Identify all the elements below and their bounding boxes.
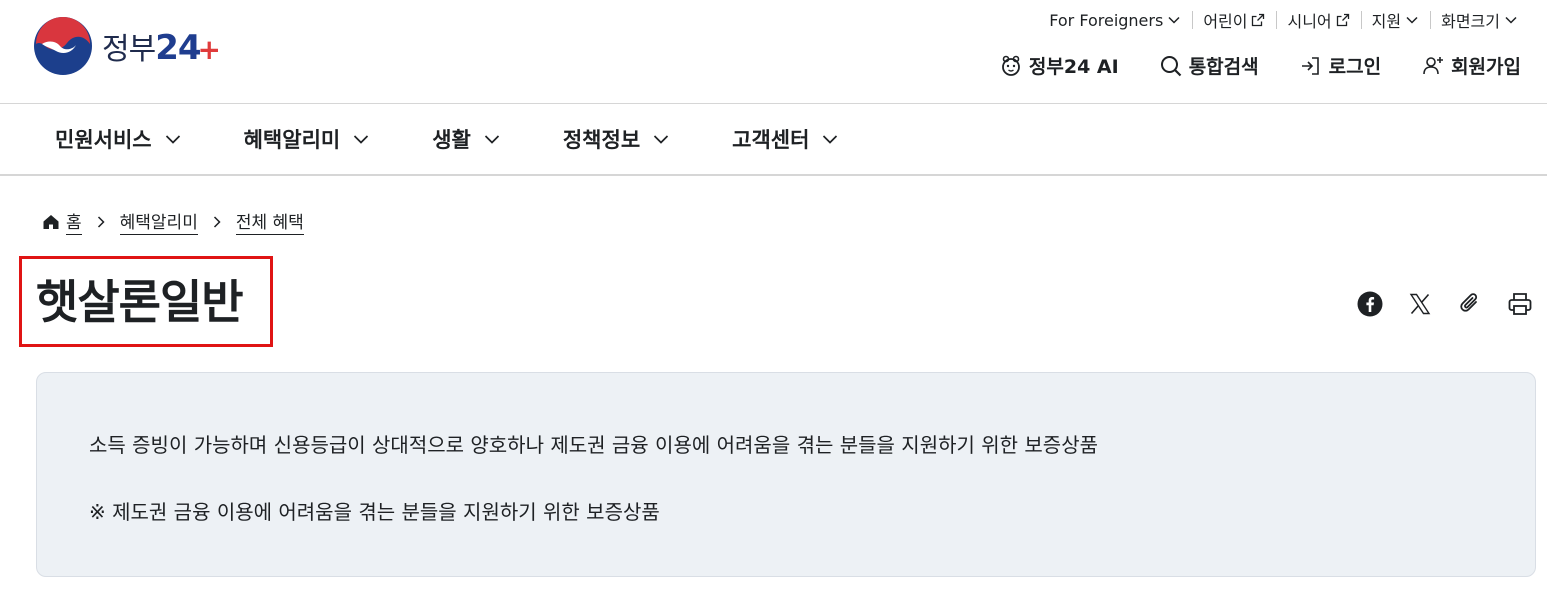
chevron-down-icon [354, 135, 369, 144]
breadcrumb-label: 홈 [66, 208, 82, 235]
chevron-down-icon [1168, 16, 1180, 24]
site-logo[interactable]: 정부 24 + [34, 17, 221, 79]
gnb-item-civil-services[interactable]: 민원서비스 [55, 124, 182, 154]
benefit-summary: 소득 증빙이 가능하며 신용등급이 상대적으로 양호하나 제도권 금융 이용에 … [36, 372, 1536, 577]
gov24-ai-label: 정부24 AI [1028, 56, 1119, 78]
gnb-label: 혜택알리미 [243, 128, 341, 152]
util-senior[interactable]: 시니어 [1276, 9, 1360, 31]
user-plus-icon [1423, 56, 1444, 74]
chevron-down-icon [484, 135, 499, 144]
gnb-label: 민원서비스 [55, 128, 152, 152]
breadcrumb-all-benefits[interactable]: 전체 혜택 [235, 208, 304, 235]
integrated-search-button[interactable]: 통합검색 [1159, 52, 1259, 79]
util-children[interactable]: 어린이 [1192, 9, 1276, 31]
signup-label: 회원가입 [1451, 56, 1521, 78]
util-label: For Foreigners [1049, 10, 1164, 30]
chevron-right-icon [211, 215, 223, 229]
gnb-label: 생활 [432, 128, 471, 152]
gnb-item-policy[interactable]: 정책정보 [563, 124, 670, 154]
gnb-label: 고객센터 [732, 128, 810, 152]
gnb-item-customer-center[interactable]: 고객센터 [732, 124, 839, 154]
util-screen-size[interactable]: 화면크기 [1430, 9, 1529, 31]
util-label: 지원 [1371, 12, 1402, 31]
facebook-icon [1357, 291, 1383, 317]
gnb-item-benefits[interactable]: 혜택알리미 [244, 124, 371, 154]
util-label: 어린이 [1203, 12, 1248, 31]
gnb-item-life[interactable]: 생활 [432, 124, 501, 154]
util-for-foreigners[interactable]: For Foreigners [1038, 9, 1192, 31]
site-header: 정부 24 + For Foreigners 어린이 시니어 지원 화면크기 정… [0, 0, 1547, 104]
logo-wordmark: 정부 24 + [102, 28, 221, 68]
home-icon [43, 214, 59, 229]
global-nav: 민원서비스 혜택알리미 생활 정책정보 고객센터 [0, 104, 1547, 176]
search-icon [1160, 55, 1181, 76]
login-button[interactable]: 로그인 [1299, 52, 1381, 79]
gov24-ai-button[interactable]: 정부24 AI [999, 52, 1119, 79]
copy-link-button[interactable] [1455, 289, 1485, 319]
summary-note: ※ 제도권 금융 이용에 어려움을 겪는 분들을 지원하기 위한 보증상품 [89, 500, 660, 524]
chevron-down-icon [1505, 16, 1517, 24]
x-icon [1409, 293, 1431, 315]
chevron-down-icon [823, 135, 838, 144]
signup-button[interactable]: 회원가입 [1421, 52, 1521, 79]
external-link-icon [1336, 13, 1349, 27]
ai-mascot-icon [1002, 55, 1020, 76]
gnb-label: 정책정보 [562, 128, 641, 152]
print-icon [1508, 293, 1532, 315]
search-label: 통합검색 [1188, 56, 1259, 78]
chevron-down-icon [1406, 16, 1418, 24]
external-link-icon [1252, 13, 1265, 27]
facebook-share-button[interactable] [1355, 289, 1385, 319]
login-label: 로그인 [1328, 56, 1382, 78]
taegeuk-logo-icon [34, 17, 92, 79]
util-label: 화면크기 [1441, 12, 1500, 31]
share-toolbar [1335, 289, 1535, 319]
print-button[interactable] [1505, 289, 1535, 319]
util-label: 시니어 [1287, 12, 1332, 31]
utility-nav: For Foreigners 어린이 시니어 지원 화면크기 [1038, 8, 1529, 32]
chevron-down-icon [165, 135, 180, 144]
link-icon [1460, 293, 1478, 312]
chevron-right-icon [95, 215, 107, 229]
chevron-down-icon [654, 135, 669, 144]
breadcrumb-benefits[interactable]: 혜택알리미 [119, 208, 198, 235]
x-share-button[interactable] [1405, 289, 1435, 319]
page-title: 햇살론일반 [36, 275, 244, 329]
main-utility-nav: 정부24 AI 통합검색 로그인 회원가입 [999, 52, 1521, 79]
breadcrumb: 홈 혜택알리미 전체 혜택 [42, 208, 304, 235]
util-support[interactable]: 지원 [1360, 9, 1430, 31]
login-icon [1301, 56, 1319, 75]
summary-text: 소득 증빙이 가능하며 신용등급이 상대적으로 양호하나 제도권 금융 이용에 … [89, 433, 1099, 457]
breadcrumb-home[interactable]: 홈 [42, 208, 82, 235]
